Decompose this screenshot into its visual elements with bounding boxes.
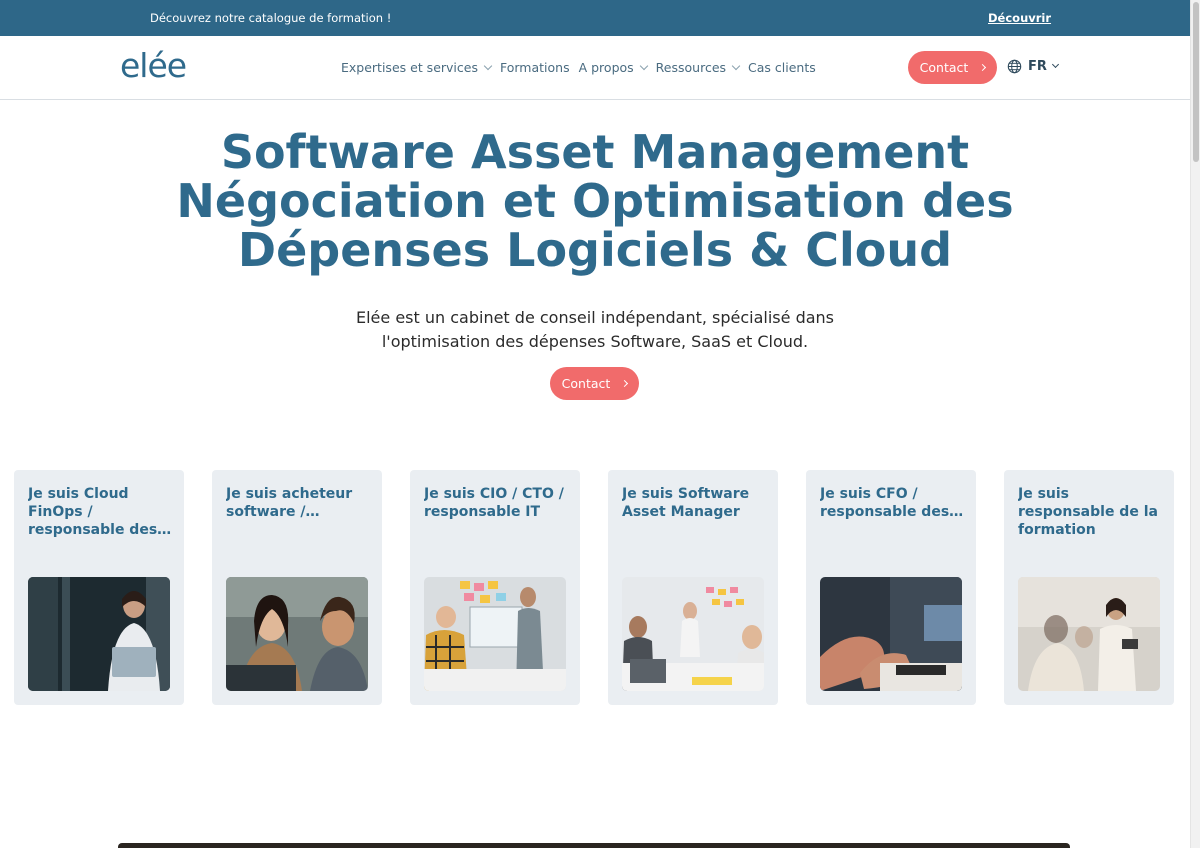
hero-contact-button[interactable]: Contact [550,367,639,400]
persona-card-cfo[interactable]: Je suis CFO / responsable des… [806,470,976,705]
card-title: Je suis acheteur software /… [226,486,353,520]
chevron-down-icon [731,61,741,70]
persona-card-finops[interactable]: Je suis Cloud FinOps / responsable des… [14,470,184,705]
card-title: Je suis Cloud FinOps / responsable des… [28,486,172,538]
chevron-down-icon [1051,60,1059,69]
card-image [226,577,368,691]
nav-item-label: Formations [499,60,570,75]
top-banner: Découvrez notre catalogue de formation !… [0,0,1190,36]
nav-item-cas-clients[interactable]: Cas clients [748,60,816,75]
persona-card-sam[interactable]: Je suis Software Asset Manager [608,470,778,705]
nav-item-label: Cas clients [748,60,816,75]
hero-subtitle: Elée est un cabinet de conseil indépenda… [0,306,1190,354]
card-image [622,577,764,691]
banner-discover-link[interactable]: Découvrir [988,11,1051,25]
logo[interactable]: elée [120,46,187,85]
hero-title-line: Négociation et Optimisation des [176,174,1014,228]
hero-title-line: Software Asset Management [220,125,970,179]
main-nav: Expertises et services Formations A prop… [341,60,825,75]
card-image [1018,577,1160,691]
header-contact-button[interactable]: Contact [908,51,997,84]
contact-label: Contact [919,60,969,75]
nav-item-ressources[interactable]: Ressources [655,60,741,75]
language-label: FR [1028,59,1047,74]
persona-card-formation[interactable]: Je suis responsable de la formation [1004,470,1174,705]
hero-subtitle-line: Elée est un cabinet de conseil indépenda… [356,308,834,327]
nav-item-label: Expertises et services [341,60,478,75]
banner-text: Découvrez notre catalogue de formation ! [150,11,392,25]
page-scrollbar[interactable] [1190,0,1200,848]
nav-item-label: A propos [578,60,634,75]
card-image [424,577,566,691]
chevron-down-icon [639,61,648,70]
nav-item-label: Ressources [655,60,727,75]
nav-item-expertises[interactable]: Expertises et services [341,60,493,75]
persona-card-acheteur[interactable]: Je suis acheteur software /… [212,470,382,705]
chevron-right-icon [979,63,987,72]
card-image [28,577,170,691]
persona-cards: Je suis Cloud FinOps / responsable des… … [14,470,1174,705]
scrollbar-thumb[interactable] [1193,2,1199,162]
globe-icon [1007,59,1022,74]
contact-label: Contact [561,376,611,391]
persona-card-cio[interactable]: Je suis CIO / CTO / responsable IT [410,470,580,705]
card-image [820,577,962,691]
hero-subtitle-line: l'optimisation des dépenses Software, Sa… [381,332,809,351]
site-header: elée Expertises et services Formations A… [0,36,1190,100]
chevron-right-icon [621,379,629,388]
video-section-edge [118,843,1070,848]
card-title: Je suis responsable de la formation [1018,486,1158,538]
language-selector[interactable]: FR [1007,59,1059,74]
card-title: Je suis CFO / responsable des… [820,486,964,520]
hero-title: Software Asset Management Négociation et… [0,128,1190,275]
chevron-down-icon [483,61,493,70]
nav-item-formations[interactable]: Formations [500,60,570,75]
nav-item-a-propos[interactable]: A propos [578,60,648,75]
hero-title-line: Dépenses Logiciels & Cloud [237,223,953,277]
card-title: Je suis CIO / CTO / responsable IT [424,486,564,520]
card-title: Je suis Software Asset Manager [622,486,750,520]
